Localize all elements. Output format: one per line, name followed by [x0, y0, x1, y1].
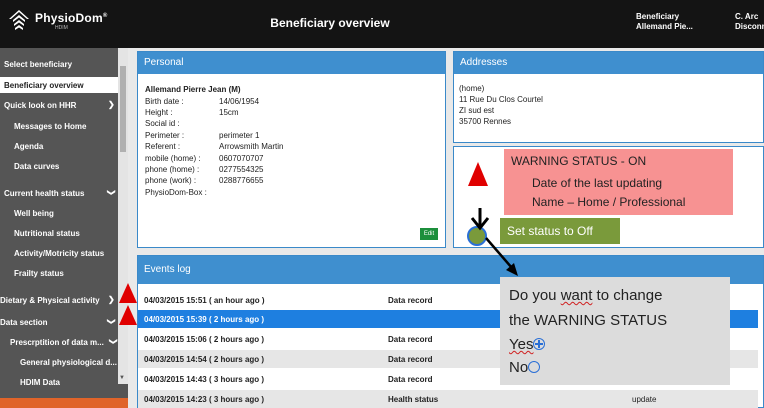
scroll-down-arrow-icon[interactable]: ▼ — [119, 375, 125, 381]
beneficiary-full-name: Allemand Pierre Jean (M) — [145, 85, 241, 94]
personal-panel: Personal — [137, 51, 446, 248]
social-id-label: Social id : — [145, 119, 180, 128]
birth-date-label: Birth date : — [145, 97, 184, 106]
dialog-question-word: want — [560, 287, 593, 304]
page-title: Beneficiary overview — [270, 16, 390, 30]
user-disconnect[interactable]: C. Arc Disconn — [735, 12, 764, 32]
dialog-question-line1: Do you want to change — [509, 287, 662, 304]
warning-updated-by: Name – Home / Professional — [532, 195, 686, 209]
physiodom-logo[interactable]: PhysioDom® HDIM — [8, 8, 107, 34]
chevron-down-icon[interactable]: ❯ — [107, 318, 116, 325]
dialog-question-post: to change — [592, 287, 663, 304]
addresses-panel-title: Addresses — [454, 52, 763, 74]
sidebar-item-nutritional[interactable]: Nutritional status — [14, 229, 132, 238]
beneficiary-caption: Beneficiary — [636, 12, 680, 21]
warning-status-title: WARNING STATUS - ON — [511, 154, 647, 168]
birth-date-value: 14/06/1954 — [219, 97, 260, 106]
chevron-right-icon[interactable]: ❯ — [108, 295, 115, 304]
event-date: 04/03/2015 15:06 ( 2 hours ago ) — [144, 335, 265, 344]
phone-work-value: 0288776655 — [219, 176, 264, 185]
event-type: Data record — [388, 375, 433, 384]
sidebar-scroll-thumb[interactable] — [120, 66, 126, 152]
sidebar-item-frailty[interactable]: Frailty status — [14, 269, 132, 278]
no-option[interactable]: No — [509, 359, 541, 376]
event-date: 04/03/2015 14:54 ( 2 hours ago ) — [144, 355, 265, 364]
chevron-down-icon[interactable]: ❯ — [108, 100, 115, 109]
referent-value: Arrowsmith Martin — [219, 142, 284, 151]
sidebar-item-dietary[interactable]: Dietary & Physical activity — [0, 296, 118, 305]
dialog-question-line2: the WARNING STATUS — [509, 312, 668, 329]
event-date: 04/03/2015 15:39 ( 2 hours ago ) — [144, 315, 265, 324]
app-header: PhysioDom® HDIM Beneficiary overview Ben… — [0, 0, 764, 48]
brand-subtitle: HDIM — [55, 25, 68, 31]
sidebar-item-data-section[interactable]: Data section — [0, 318, 118, 327]
sidebar-footer-bar — [0, 398, 128, 408]
sidebar-item-agenda[interactable]: Agenda — [14, 142, 132, 151]
chevron-down-icon[interactable]: ❯ — [107, 189, 116, 196]
referent-label: Referent : — [145, 142, 181, 151]
event-type: Data record — [388, 296, 433, 305]
sidebar-item-well-being[interactable]: Well being — [14, 209, 132, 218]
disconnect-link[interactable]: Disconn — [735, 22, 764, 32]
yes-label: Yes — [509, 336, 534, 353]
sidebar-item-quick-look[interactable]: Quick look on HHR — [4, 101, 122, 110]
warning-last-update: Date of the last updating — [532, 176, 663, 190]
current-beneficiary[interactable]: Beneficiary Allemand Pie... — [636, 12, 693, 32]
height-value: 15cm — [219, 108, 239, 117]
event-type: Data record — [388, 355, 433, 364]
sidebar-item-messages-home[interactable]: Messages to Home — [14, 122, 132, 131]
mobile-home-label: mobile (home) : — [145, 154, 201, 163]
event-detail: update — [632, 395, 657, 404]
event-date: 04/03/2015 15:51 ( an hour ago ) — [144, 296, 265, 305]
no-label: No — [509, 359, 529, 376]
chevron-down-icon[interactable]: ❯ — [109, 338, 118, 345]
sidebar-item-data-curves[interactable]: Data curves — [14, 162, 132, 171]
perimeter-label: Perimeter : — [145, 131, 185, 140]
yes-option[interactable]: Yes — [509, 336, 546, 353]
event-type: Data record — [388, 335, 433, 344]
address-city: 35700 Rennes — [459, 117, 512, 126]
brand-name: PhysioDom — [35, 11, 103, 25]
sidebar-item-activity[interactable]: Activity/Motricity status — [14, 249, 132, 258]
user-initials: C. Arc — [735, 12, 759, 21]
sidebar-item-select-beneficiary[interactable]: Select beneficiary — [4, 60, 122, 69]
dialog-question-pre: Do you — [509, 287, 561, 304]
perimeter-value: perimeter 1 — [219, 131, 260, 140]
phone-work-label: phone (work) : — [145, 176, 197, 185]
set-status-off-button[interactable]: Set status to Off — [500, 218, 620, 244]
personal-panel-title: Personal — [138, 52, 445, 74]
event-date: 04/03/2015 14:23 ( 3 hours ago ) — [144, 395, 265, 404]
edit-button[interactable]: Edit — [420, 228, 438, 240]
no-radio-icon[interactable] — [528, 361, 541, 373]
mobile-home-value: 0607070707 — [219, 154, 264, 163]
address-zone: ZI sud est — [459, 106, 495, 115]
height-label: Height : — [145, 108, 173, 117]
address-street: 11 Rue Du Clos Courtel — [459, 95, 543, 104]
physiodom-box-label: PhysioDom-Box : — [145, 188, 207, 197]
event-date: 04/03/2015 14:43 ( 3 hours ago ) — [144, 375, 265, 384]
phone-home-label: phone (home) : — [145, 165, 200, 174]
house-logo-icon — [9, 10, 29, 30]
yes-radio-icon[interactable] — [533, 338, 546, 350]
address-type: (home) — [459, 84, 485, 93]
phone-home-value: 0277554325 — [219, 165, 264, 174]
sidebar-item-health-status[interactable]: Current health status — [4, 189, 122, 198]
event-row[interactable]: 04/03/2015 14:23 ( 3 hours ago ) Health … — [138, 390, 758, 408]
event-type: Health status — [388, 395, 439, 404]
brand-mark: ® — [102, 13, 108, 19]
sidebar-item-beneficiary-overview[interactable]: Beneficiary overview — [0, 77, 118, 93]
beneficiary-name: Allemand Pie... — [636, 22, 693, 31]
